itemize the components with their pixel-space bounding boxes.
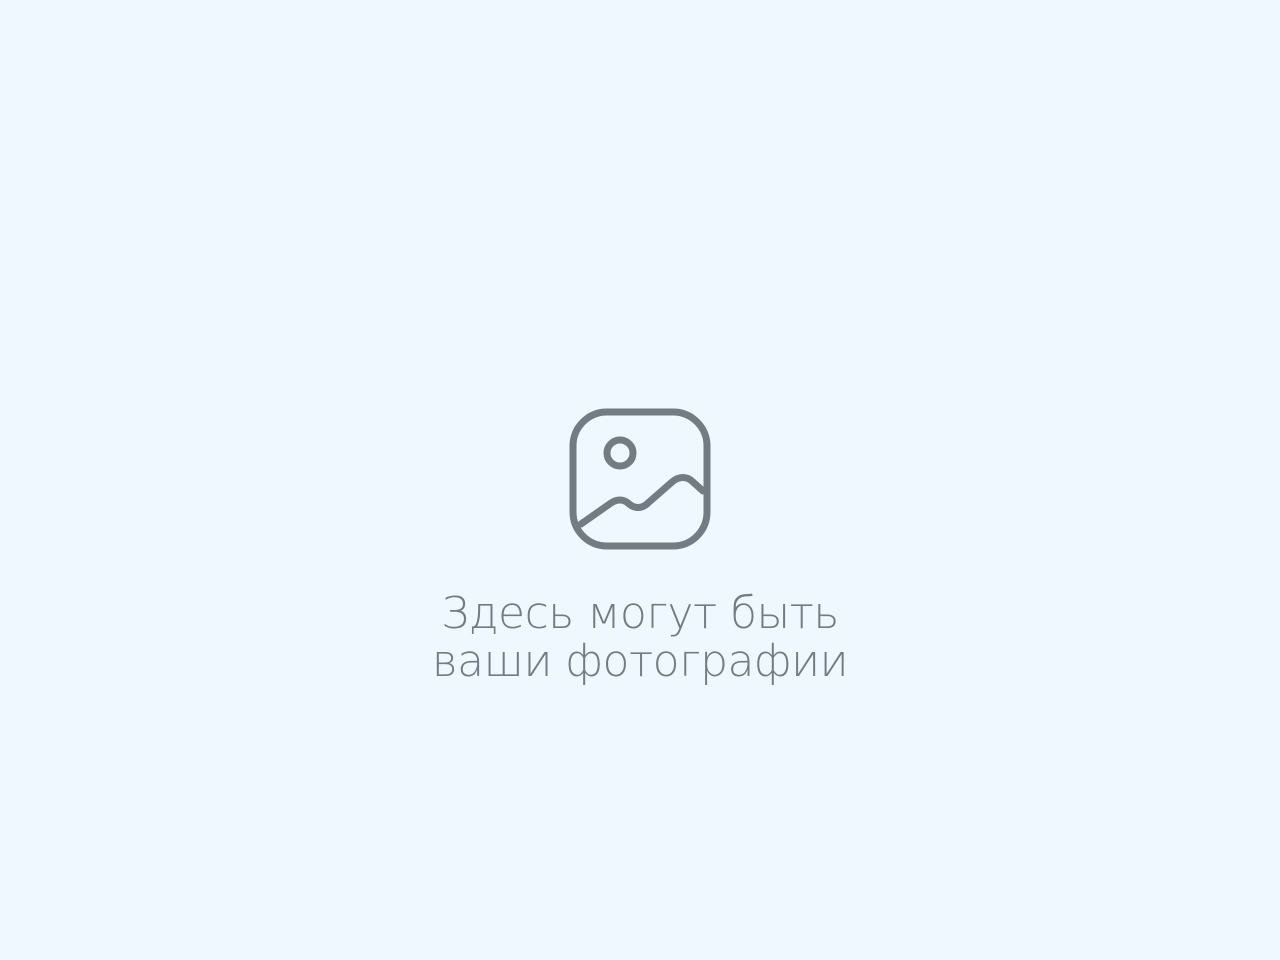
- empty-photo-placeholder: Здесь могут быть ваши фотографии: [0, 0, 1280, 960]
- caption-line-1: Здесь могут быть: [441, 588, 839, 639]
- photo-viewer-canvas: Здесь могут быть ваши фотографии: [0, 0, 1280, 960]
- image-placeholder-icon: [569, 408, 711, 550]
- caption-line-2: ваши фотографии: [431, 636, 849, 687]
- empty-state-caption: Здесь могут быть ваши фотографии: [340, 590, 940, 686]
